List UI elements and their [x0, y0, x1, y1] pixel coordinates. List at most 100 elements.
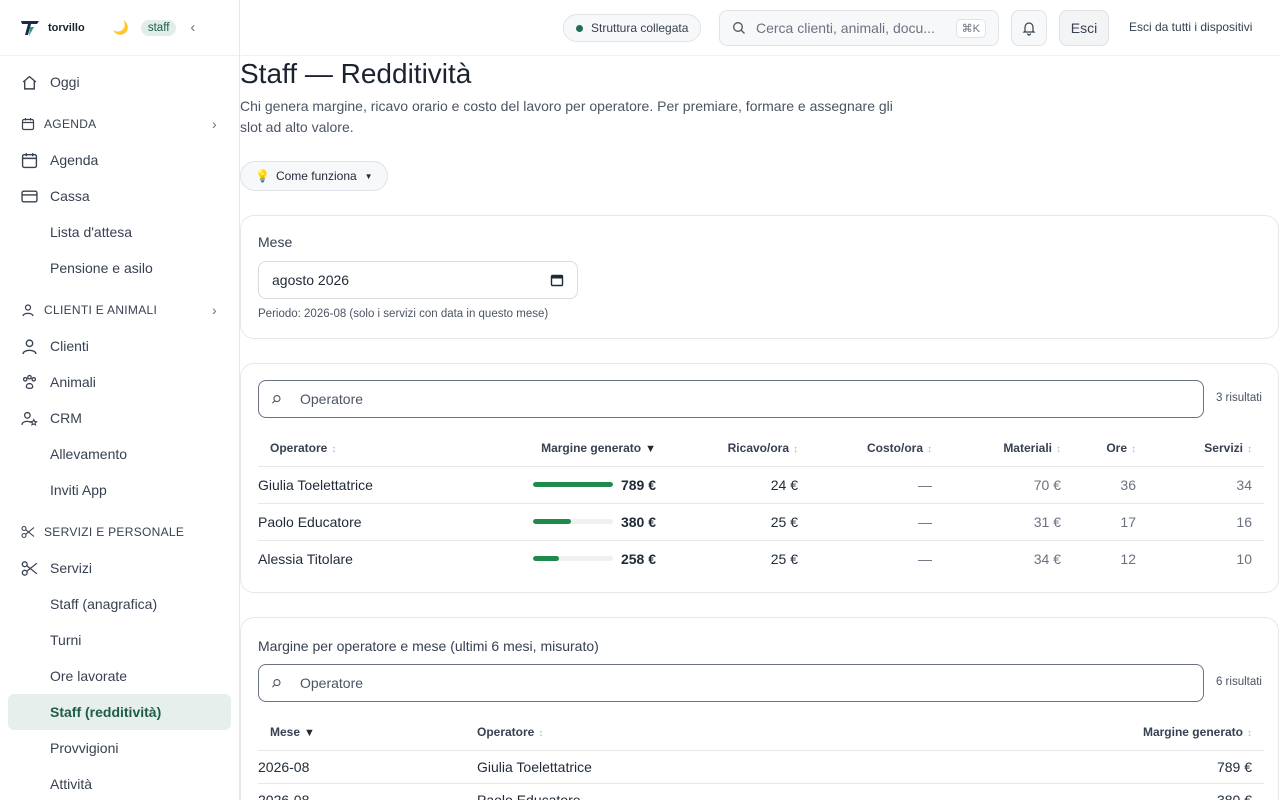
sidebar-item-label: CRM	[50, 410, 82, 426]
sidebar-item-allevamento[interactable]: Allevamento	[0, 436, 239, 472]
page-subtitle: Chi genera margine, ricavo orario e cost…	[240, 98, 893, 135]
calendar-icon[interactable]	[550, 273, 564, 287]
scissors-icon	[21, 525, 35, 539]
home-icon	[22, 75, 37, 90]
caret-down-icon: ▼	[364, 171, 373, 181]
period-note: Periodo: 2026-08 (solo i servizi con dat…	[258, 308, 549, 320]
column-header-margine[interactable]: Margine generato ↕	[965, 714, 1264, 751]
dark-mode-moon-icon[interactable]: 🌙	[113, 20, 129, 36]
user-star-icon	[21, 411, 38, 426]
sidebar-item-label: Staff (redditività)	[50, 704, 162, 720]
table-row[interactable]: Paolo Educatore 380 € 25 € — 31 € 17 16	[258, 503, 1264, 541]
column-header-materiali[interactable]: Materiali ↕	[944, 430, 1073, 467]
cell-materiali: 70 €	[944, 466, 1073, 504]
operator-filter-input[interactable]: Operatore	[258, 664, 1204, 702]
sidebar-section-agenda[interactable]: AGENDA ›	[0, 106, 239, 142]
sidebar-item-servizi[interactable]: Servizi	[0, 550, 239, 586]
sidebar-item-inviti[interactable]: Inviti App	[0, 472, 239, 508]
cell-mese: 2026-08	[258, 783, 465, 800]
calendar-icon	[21, 118, 35, 131]
month-picker-input[interactable]: agosto 2026	[258, 261, 578, 299]
cell-servizi: 34	[1148, 466, 1264, 504]
connection-status-label: Struttura collegata	[591, 21, 689, 35]
sidebar-item-clienti[interactable]: Clienti	[0, 328, 239, 364]
sidebar-item-label: Oggi	[50, 74, 80, 90]
user-icon	[22, 304, 34, 317]
sidebar-item-ore-lavorate[interactable]: Ore lavorate	[0, 658, 239, 694]
cell-margine: 789 €	[965, 750, 1264, 784]
sidebar-item-label: Ore lavorate	[50, 668, 128, 684]
torvillo-logo-icon[interactable]	[20, 18, 40, 38]
logout-button[interactable]: Esci	[1059, 10, 1109, 46]
search-shortcut-badge: ⌘K	[955, 18, 986, 38]
sidebar-item-label: Provvigioni	[50, 740, 119, 756]
top-bar: Struttura collegata Cerca clienti, anima…	[241, 0, 1280, 56]
column-header-mese[interactable]: Mese ▼	[258, 714, 465, 751]
search-icon	[271, 678, 281, 688]
table-row[interactable]: 2026-08 Giulia Toelettatrice 789 €	[258, 750, 1264, 784]
column-header-margine[interactable]: Margine generato ▼	[503, 430, 668, 467]
results-count: 3 risultati	[1215, 392, 1262, 404]
sidebar-item-label: Allevamento	[50, 446, 128, 462]
operator-filter-input[interactable]: Operatore	[258, 380, 1204, 418]
sidebar-item-agenda[interactable]: Agenda	[0, 142, 239, 178]
how-it-works-button[interactable]: 💡 Come funziona ▼	[240, 161, 388, 191]
table-row[interactable]: Alessia Titolare 258 € 25 € — 34 € 12 10	[258, 540, 1264, 577]
sidebar-item-label: Turni	[50, 632, 82, 648]
chevron-right-icon[interactable]: ›	[212, 302, 217, 318]
column-header-costo[interactable]: Costo/ora ↕	[810, 430, 944, 467]
logout-all-devices-link[interactable]: Esci da tutti i dispositivi	[1129, 20, 1252, 34]
sidebar-section-clienti[interactable]: CLIENTI E ANIMALI ›	[0, 292, 239, 328]
calendar-icon	[21, 153, 38, 169]
column-header-ricavo[interactable]: Ricavo/ora ↕	[668, 430, 810, 467]
column-header-operatore[interactable]: Operatore ↕	[258, 430, 503, 467]
chevron-right-icon[interactable]: ›	[212, 116, 217, 132]
sidebar-item-staff-redditivita[interactable]: Staff (redditività)	[8, 694, 231, 730]
brand-name: torvillo	[48, 21, 85, 34]
sidebar-item-pensione[interactable]: Pensione e asilo	[0, 250, 239, 286]
user-icon	[22, 339, 37, 355]
cell-margine: 789 €	[503, 466, 668, 504]
margin-bar	[532, 556, 613, 562]
sidebar-item-staff-anagrafica[interactable]: Staff (anagrafica)	[0, 586, 239, 622]
table-row[interactable]: Giulia Toelettatrice 789 € 24 € — 70 € 3…	[258, 466, 1264, 504]
sidebar-item-turni[interactable]: Turni	[0, 622, 239, 658]
paw-icon	[22, 374, 37, 389]
sidebar-item-provvigioni[interactable]: Provvigioni	[0, 730, 239, 766]
sort-desc-icon: ▼	[304, 726, 315, 739]
cell-costo: —	[810, 503, 944, 541]
sidebar-section-servizi[interactable]: SERVIZI E PERSONALE	[0, 514, 239, 550]
global-search-input[interactable]: Cerca clienti, animali, docu... ⌘K	[719, 10, 999, 46]
sidebar-item-label: Attività	[50, 776, 93, 792]
cell-operatore: Giulia Toelettatrice	[258, 466, 503, 504]
sidebar-item-cassa[interactable]: Cassa	[0, 178, 239, 214]
month-filter-card: Mese agosto 2026 Periodo: 2026-08 (solo …	[240, 215, 1279, 339]
table-header-row: Mese ▼ Operatore ↕ Margine generato ↕	[258, 714, 1264, 751]
connection-status-pill[interactable]: Struttura collegata	[563, 14, 702, 42]
margin-bar	[532, 519, 613, 524]
how-it-works-label: Come funziona	[275, 169, 357, 183]
sidebar-item-animali[interactable]: Animali	[0, 364, 239, 400]
operator-profitability-card: Operatore 3 risultati Operatore ↕ Margine…	[240, 363, 1279, 593]
collapse-sidebar-chevron-icon[interactable]: ‹	[190, 19, 195, 36]
sort-icon: ↕	[1247, 443, 1252, 455]
cell-operatore: Alessia Titolare	[258, 550, 353, 567]
sidebar-item-lista-attesa[interactable]: Lista d'attesa	[0, 214, 239, 250]
cell-margine: 258 €	[503, 540, 668, 577]
column-header-operatore[interactable]: Operatore ↕	[465, 714, 965, 751]
sidebar-item-oggi[interactable]: Oggi	[0, 64, 239, 100]
column-header-ore[interactable]: Ore ↕	[1073, 430, 1148, 467]
column-header-servizi[interactable]: Servizi ↕	[1148, 430, 1264, 467]
notifications-button[interactable]	[1011, 10, 1047, 46]
sidebar-item-attivita[interactable]: Attività	[0, 766, 239, 800]
cell-ore: 36	[1073, 466, 1148, 504]
table-row[interactable]: 2026-08 Paolo Educatore 380 €	[258, 783, 1264, 800]
bell-icon	[1022, 22, 1036, 36]
sidebar-section-label: SERVIZI E PERSONALE	[44, 525, 185, 539]
page-title: Staff — Redditività	[240, 58, 472, 89]
sort-icon: ↕	[538, 727, 544, 739]
sidebar-item-crm[interactable]: CRM	[0, 400, 239, 436]
cell-ore: 17	[1073, 503, 1148, 541]
sidebar-item-label: Agenda	[50, 152, 99, 168]
cell-costo: —	[810, 466, 944, 504]
